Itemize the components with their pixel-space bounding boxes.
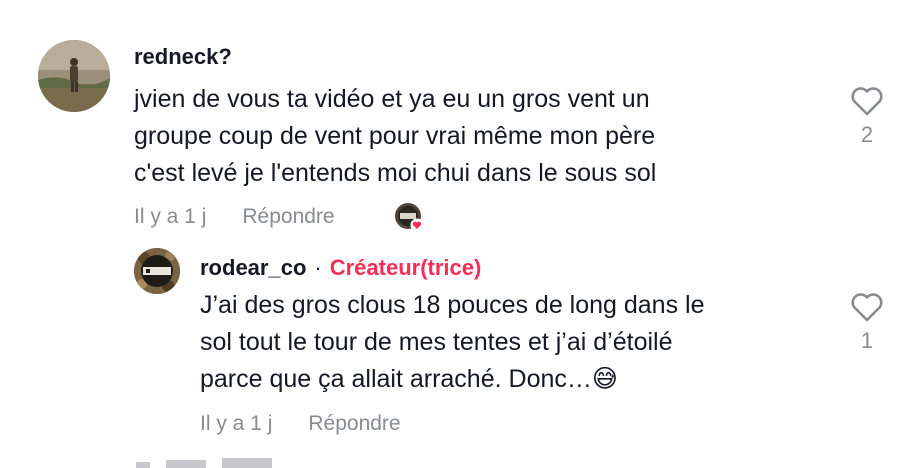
like-count: 1 [860, 328, 874, 353]
partial-text-bottom [136, 458, 272, 468]
reply-button[interactable]: Répondre [242, 205, 334, 229]
reply-meta: Il y a 1 j Répondre [200, 412, 401, 436]
comment-timestamp: Il y a 1 j [134, 205, 207, 228]
reply-header: rodear_co · Créateur(trice) [200, 255, 481, 281]
reply-button[interactable]: Répondre [308, 412, 400, 436]
commenter-username[interactable]: redneck? [134, 44, 232, 70]
partial-text-top [196, 0, 214, 2]
comment-text: jvien de vous ta vidéo et ya eu un gros … [134, 81, 656, 192]
comment-like[interactable]: 2 [847, 86, 887, 148]
creator-liked-badge-icon [395, 203, 424, 232]
creator-badge: Créateur(trice) [329, 255, 482, 280]
reply-like[interactable]: 1 [847, 292, 887, 354]
reply-text: J’ai des gros clous 18 pouces de long da… [200, 287, 705, 398]
commenter-avatar[interactable] [38, 40, 110, 112]
creator-username[interactable]: rodear_co [200, 255, 306, 281]
comment-text-line: jvien de vous ta vidéo et ya eu un gros … [134, 85, 650, 113]
reply-text-line: sol tout le tour de mes tentes et j’ai d… [200, 328, 673, 356]
comment-meta: Il y a 1 j Répondre [134, 205, 335, 229]
separator-dot: · [314, 255, 322, 280]
sweat-smile-emoji-icon: 😅 [591, 365, 618, 393]
creator-avatar[interactable] [134, 248, 180, 294]
heart-outline-icon[interactable] [850, 86, 884, 116]
like-count: 2 [860, 122, 874, 147]
reply-timestamp: Il y a 1 j [200, 412, 273, 435]
reply-text-line: J’ai des gros clous 18 pouces de long da… [200, 291, 705, 319]
comment-text-line: c'est levé je l'entends moi chui dans le… [134, 159, 657, 187]
comment-text-line: groupe coup de vent pour vrai même mon p… [134, 122, 656, 150]
reply-text-line: parce que ça allait arraché. Donc…😅 [200, 361, 705, 398]
reply-text-line-content: parce que ça allait arraché. Donc… [200, 365, 592, 393]
heart-outline-icon[interactable] [850, 292, 884, 322]
